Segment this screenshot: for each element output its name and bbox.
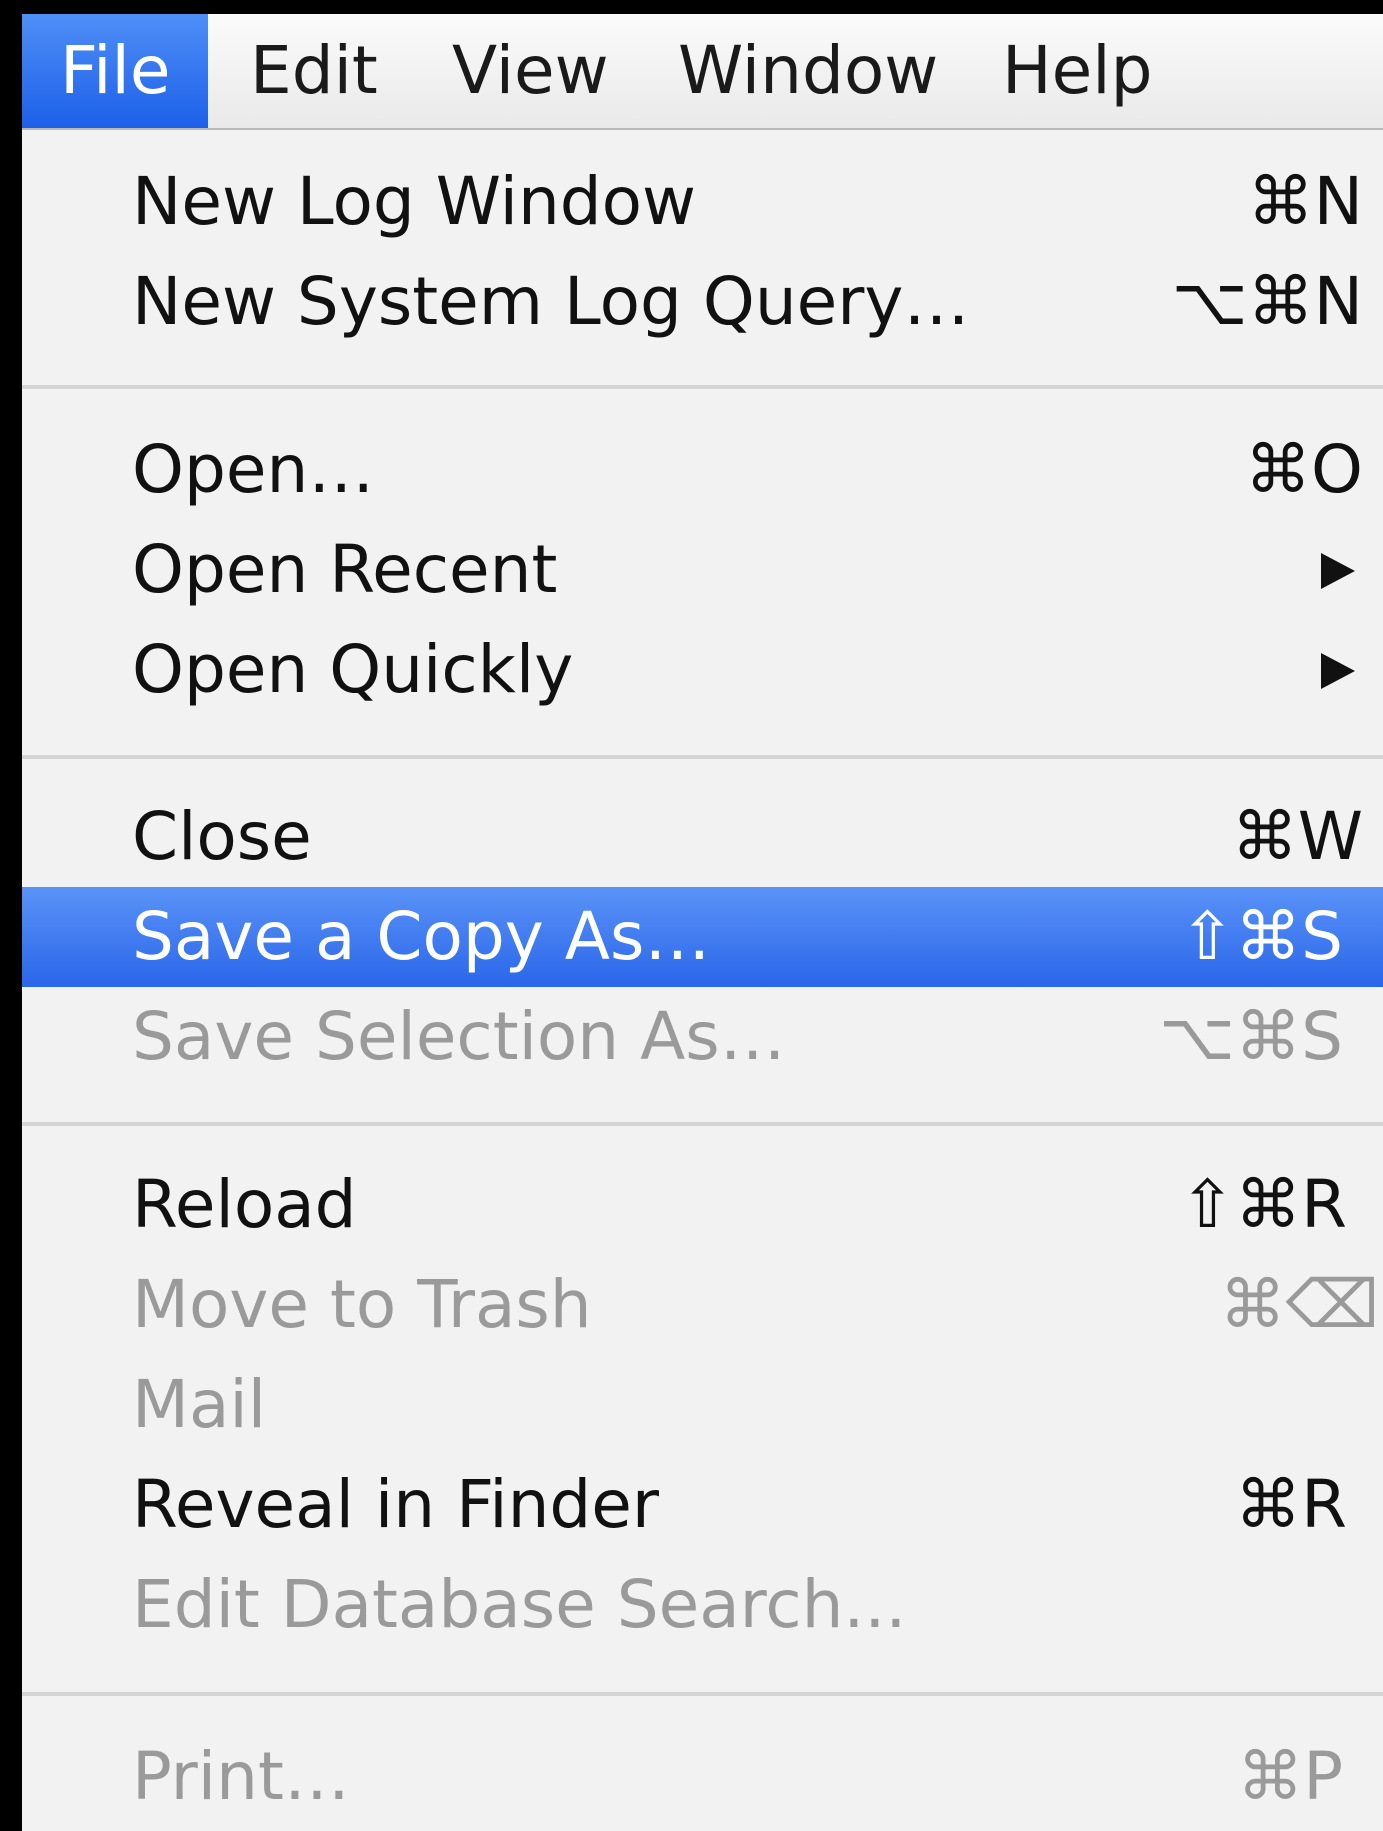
menu-item-new-system-log-query[interactable]: New System Log Query… ⌥⌘N — [22, 252, 1383, 352]
menu-item-shortcut: ⌘O — [1245, 431, 1363, 508]
menu-item-reveal-in-finder[interactable]: Reveal in Finder ⌘R — [22, 1455, 1383, 1555]
menu-separator — [22, 755, 1383, 759]
submenu-arrow-icon — [1321, 553, 1355, 589]
menu-item-open-recent[interactable]: Open Recent — [22, 520, 1383, 620]
menu-window[interactable]: Window — [678, 14, 938, 128]
menu-item-new-log-window[interactable]: New Log Window ⌘N — [22, 152, 1383, 252]
menu-item-label: Save Selection As… — [132, 998, 786, 1075]
menu-item-shortcut: ⌘W — [1231, 798, 1363, 875]
menu-view[interactable]: View — [452, 14, 609, 128]
menu-item-shortcut: ⌥⌘S — [1159, 998, 1343, 1075]
menu-item-label: Open… — [132, 431, 375, 508]
menu-file[interactable]: File — [22, 14, 208, 128]
menu-item-mail[interactable]: Mail — [22, 1355, 1383, 1455]
screen: File Edit View Window Help New Log Windo… — [0, 0, 1383, 1831]
file-menu-dropdown: New Log Window ⌘N New System Log Query… … — [22, 130, 1383, 1831]
menu-item-save-selection-as[interactable]: Save Selection As… ⌥⌘S — [22, 987, 1383, 1087]
menu-item-move-to-trash[interactable]: Move to Trash ⌘⌫ — [22, 1255, 1383, 1355]
menu-item-save-a-copy-as[interactable]: Save a Copy As… ⇧⌘S — [22, 887, 1383, 987]
menu-bar: File Edit View Window Help — [22, 14, 1383, 130]
menu-item-label: Move to Trash — [132, 1266, 592, 1343]
menu-item-label: Close — [132, 798, 312, 875]
menu-item-label: New System Log Query… — [132, 263, 970, 340]
menu-item-shortcut: ⌘N — [1247, 163, 1363, 240]
menu-item-label: Reveal in Finder — [132, 1466, 660, 1543]
menu-item-open-quickly[interactable]: Open Quickly — [22, 620, 1383, 720]
menu-item-label: Open Recent — [132, 531, 558, 608]
menu-item-shortcut: ⇧⌘R — [1179, 1166, 1347, 1243]
menu-item-shortcut: ⌥⌘N — [1171, 263, 1363, 340]
menu-separator — [22, 1122, 1383, 1126]
menu-item-label: Reload — [132, 1166, 357, 1243]
menu-item-print[interactable]: Print… ⌘P — [22, 1727, 1383, 1827]
menu-separator — [22, 1692, 1383, 1696]
menu-edit[interactable]: Edit — [250, 14, 378, 128]
menu-item-shortcut: ⌘⌫ — [1219, 1266, 1379, 1343]
menu-item-label: New Log Window — [132, 163, 697, 240]
menu-item-shortcut: ⇧⌘S — [1179, 898, 1343, 975]
menu-item-open[interactable]: Open… ⌘O — [22, 420, 1383, 520]
menu-item-label: Save a Copy As… — [132, 898, 711, 975]
menu-item-shortcut: ⌘P — [1237, 1738, 1343, 1815]
menu-item-label: Mail — [132, 1366, 267, 1443]
menu-item-label: Print… — [132, 1738, 350, 1815]
menu-item-edit-database-search[interactable]: Edit Database Search... — [22, 1555, 1383, 1655]
menu-item-shortcut: ⌘R — [1235, 1466, 1347, 1543]
menu-item-reload[interactable]: Reload ⇧⌘R — [22, 1155, 1383, 1255]
menu-item-label: Edit Database Search... — [132, 1566, 907, 1643]
submenu-arrow-icon — [1321, 653, 1355, 689]
menu-item-close[interactable]: Close ⌘W — [22, 787, 1383, 887]
menu-item-label: Open Quickly — [132, 631, 574, 708]
menu-help[interactable]: Help — [1002, 14, 1152, 128]
menu-separator — [22, 385, 1383, 389]
